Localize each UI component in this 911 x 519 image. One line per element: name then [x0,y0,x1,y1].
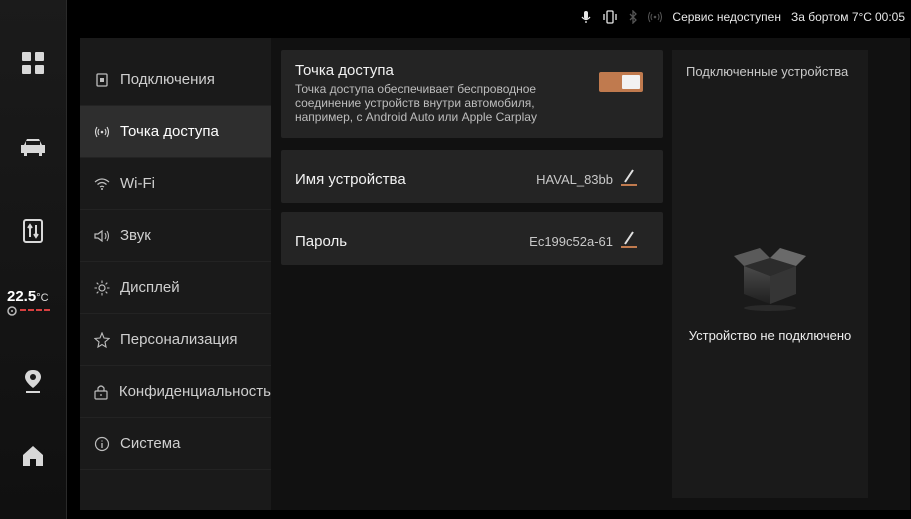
home-button[interactable] [0,430,66,482]
nav-item-privacy[interactable]: Конфиденциальность [80,366,271,418]
nav-item-system[interactable]: Система [80,418,271,470]
temperature-unit: °C [36,292,49,304]
nav-item-label: Конфиденциальность [118,383,271,400]
device-name-row[interactable]: Имя устройства HAVAL_83bb [281,150,663,203]
vibrate-icon [602,10,618,24]
outside-temperature: За бортом 7°C [790,10,872,24]
apps-icon [22,52,44,74]
connections-icon [94,72,110,88]
temperature-value: 22.5 [7,288,37,305]
service-status-text: Сервис недоступен [672,10,781,24]
nav-item-label: Звук [120,227,151,244]
brightness-icon [94,280,110,296]
status-bar: Сервис недоступен За бортом 7°C 00:05 [66,0,911,34]
password-label: Пароль [295,233,348,250]
nav-item-label: Wi-Fi [120,175,155,192]
password-row[interactable]: Пароль Ec199c52a-61 [281,212,663,265]
navigation-icon [25,370,41,393]
hotspot-title: Точка доступа [295,62,394,79]
nav-item-display[interactable]: Дисплей [80,262,271,314]
clock: 00:05 [874,10,905,24]
info-icon [94,436,110,452]
navigation-button[interactable] [0,356,66,408]
toggle-knob [622,75,640,89]
device-name-label: Имя устройства [295,171,406,188]
nav-item-label: Подключения [120,71,215,88]
nav-item-sound[interactable]: Звук [80,210,271,262]
nav-item-label: Дисплей [120,279,180,296]
speaker-icon [94,228,110,244]
split-screen-button[interactable] [0,205,66,257]
hotspot-description: Точка доступа обеспечивает беспроводное … [295,82,537,124]
nav-item-wifi[interactable]: Wi-Fi [80,158,271,210]
hotspot-status-icon [648,11,663,23]
nav-item-hotspot[interactable]: Точка доступа [80,106,271,158]
nav-item-label: Точка доступа [120,123,219,140]
personalization-icon [94,331,110,348]
password-value: Ec199c52a-61 [529,234,613,249]
edit-icon[interactable] [620,167,638,187]
connected-devices-panel: Подключенные устройства Устройство не по… [672,50,868,498]
empty-box-icon [734,248,806,311]
wifi-icon [94,176,110,192]
device-name-value: HAVAL_83bb [536,172,613,187]
no-device-text: Устройство не подключено [688,328,852,343]
settings-nav: Подключения Точка доступа Wi-Fi Звук Дис… [80,38,271,510]
lock-icon [94,384,109,400]
apps-button[interactable] [0,37,66,89]
split-screen-icon [23,219,43,243]
car-button[interactable] [0,121,66,173]
side-dock: 22.5°C [0,0,67,519]
nav-item-personalization[interactable]: Персонализация [80,314,271,366]
fan-level-bar [20,308,50,314]
car-icon [21,139,45,156]
bluetooth-icon [628,10,638,24]
hotspot-toggle[interactable] [599,72,643,92]
connected-devices-header: Подключенные устройства [686,64,849,79]
edit-icon[interactable] [620,229,638,249]
nav-item-connections[interactable]: Подключения [80,54,271,106]
nav-item-label: Персонализация [120,331,238,348]
hotspot-icon [94,124,110,140]
settings-window: Подключения Точка доступа Wi-Fi Звук Дис… [80,38,910,510]
fan-icon [7,306,17,316]
microphone-icon[interactable] [580,10,592,24]
hotspot-card: Точка доступа Точка доступа обеспечивает… [281,50,663,138]
home-icon [23,446,43,466]
nav-item-label: Система [120,435,181,452]
climate-temperature[interactable]: 22.5°C [7,288,65,316]
